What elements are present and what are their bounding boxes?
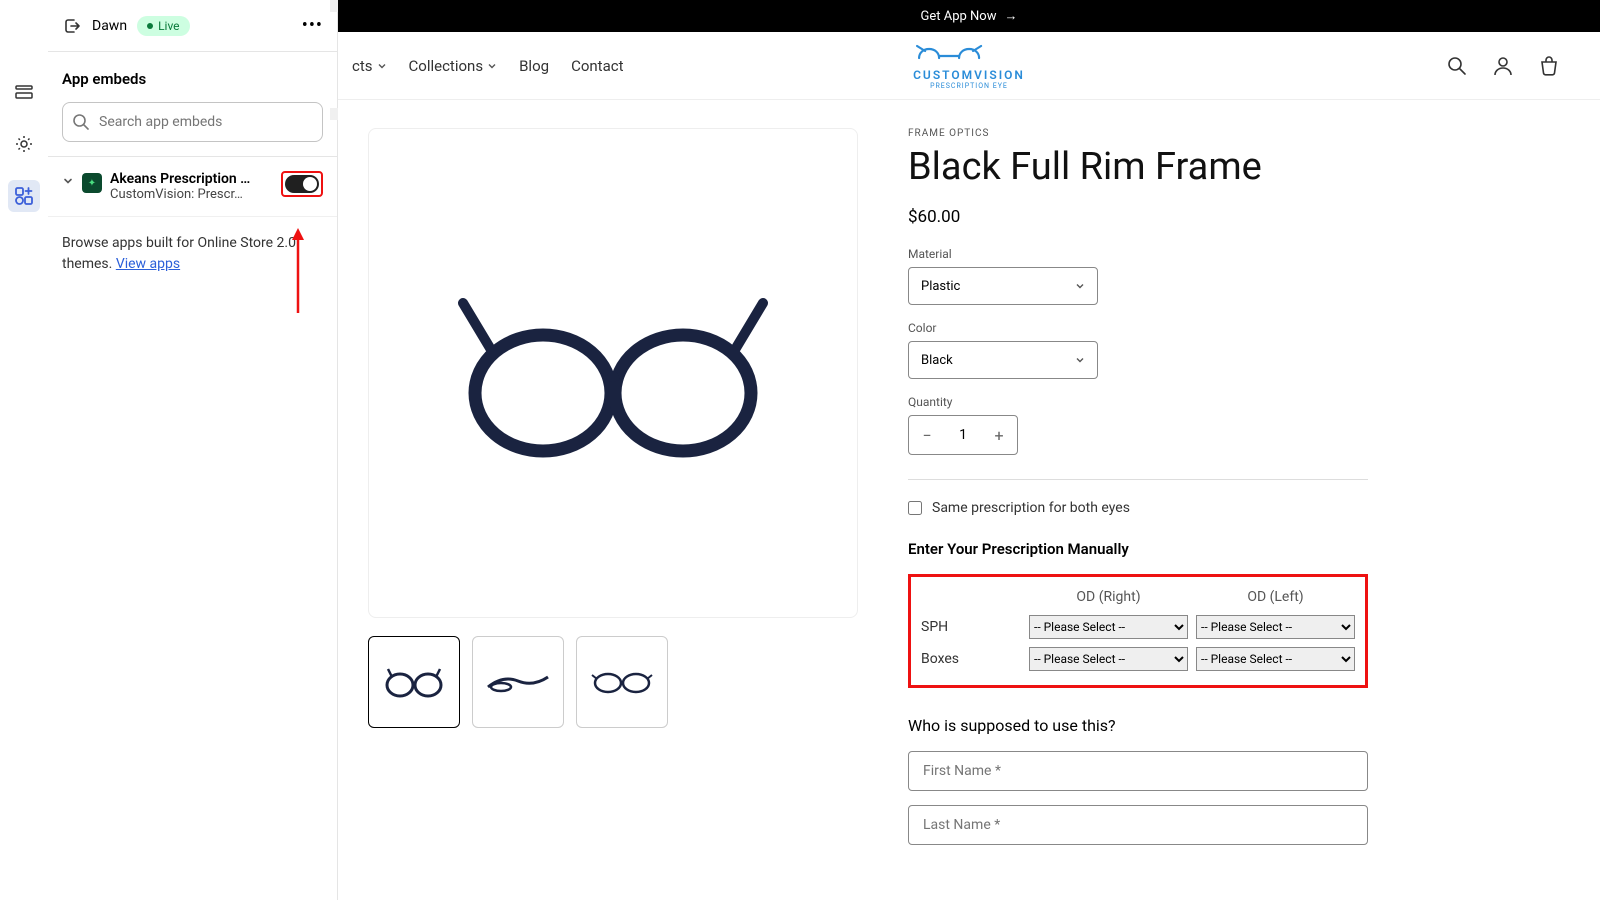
color-select[interactable]: Black [908, 341, 1098, 379]
rx-table-highlight: OD (Right) OD (Left) SPH -- Please Selec… [908, 574, 1368, 688]
embed-subtitle: CustomVision: Prescr… [110, 187, 273, 202]
embed-name: Akeans Prescription … [110, 171, 273, 187]
nav-collections[interactable]: Collections [409, 57, 498, 75]
chevron-down-icon [1075, 355, 1085, 365]
product-vendor: FRAME OPTICS [908, 128, 1368, 139]
product-title: Black Full Rim Frame [908, 145, 1368, 189]
sph-right-select[interactable]: -- Please Select -- [1029, 615, 1188, 639]
sph-label: SPH [921, 619, 1021, 635]
exit-icon[interactable] [62, 16, 82, 36]
chevron-down-icon [1075, 281, 1085, 291]
material-label: Material [908, 247, 1368, 261]
view-apps-link[interactable]: View apps [116, 256, 180, 272]
od-right-label: OD (Right) [1029, 589, 1188, 605]
nav-blog[interactable]: Blog [519, 57, 549, 75]
boxes-right-select[interactable]: -- Please Select -- [1029, 647, 1188, 671]
sph-left-select[interactable]: -- Please Select -- [1196, 615, 1355, 639]
store-logo[interactable]: CUSTOMVISION PRESCRIPTION EYE [913, 42, 1025, 90]
search-input[interactable] [62, 102, 323, 142]
thumbnail-1[interactable] [368, 636, 460, 728]
thumbnail-2[interactable] [472, 636, 564, 728]
nav-products[interactable]: cts [352, 57, 387, 75]
rx-title: Enter Your Prescription Manually [908, 540, 1368, 558]
account-icon[interactable] [1492, 55, 1514, 77]
more-menu-icon[interactable]: ••• [302, 15, 323, 36]
last-name-input[interactable] [908, 805, 1368, 845]
quantity-stepper: − + [908, 415, 1018, 455]
thumbnail-3[interactable] [576, 636, 668, 728]
browse-apps-text: Browse apps built for Online Store 2.0 t… [48, 217, 337, 291]
highlight-box [281, 171, 323, 197]
qty-input[interactable] [945, 416, 981, 454]
boxes-left-select[interactable]: -- Please Select -- [1196, 647, 1355, 671]
panel-title: App embeds [48, 52, 337, 102]
storefront-search-icon[interactable] [1446, 55, 1468, 77]
app-icon: ✦ [82, 173, 102, 193]
qty-increase[interactable]: + [981, 416, 1017, 454]
glasses-image [443, 273, 783, 473]
material-select[interactable]: Plastic [908, 267, 1098, 305]
same-rx-checkbox[interactable] [908, 501, 922, 515]
first-name-input[interactable] [908, 751, 1368, 791]
theme-name: Dawn [92, 18, 127, 34]
nav-contact[interactable]: Contact [571, 57, 623, 75]
settings-gear-icon[interactable] [8, 128, 40, 160]
boxes-label: Boxes [921, 651, 1021, 667]
live-badge: Live [137, 16, 189, 36]
arrow-right-icon: → [1005, 8, 1018, 24]
color-label: Color [908, 321, 1368, 335]
same-rx-row[interactable]: Same prescription for both eyes [908, 500, 1368, 516]
product-main-image[interactable] [368, 128, 858, 618]
qty-decrease[interactable]: − [909, 416, 945, 454]
who-title: Who is supposed to use this? [908, 716, 1368, 735]
quantity-label: Quantity [908, 395, 1368, 409]
cart-icon[interactable] [1538, 55, 1560, 77]
app-embeds-icon[interactable] [8, 180, 40, 212]
product-price: $60.00 [908, 207, 1368, 227]
sections-icon[interactable] [8, 76, 40, 108]
od-left-label: OD (Left) [1196, 589, 1355, 605]
search-icon [72, 113, 90, 131]
chevron-down-icon[interactable] [62, 175, 74, 187]
embed-toggle[interactable] [285, 175, 319, 193]
announcement-bar[interactable]: Get App Now → [338, 0, 1600, 32]
